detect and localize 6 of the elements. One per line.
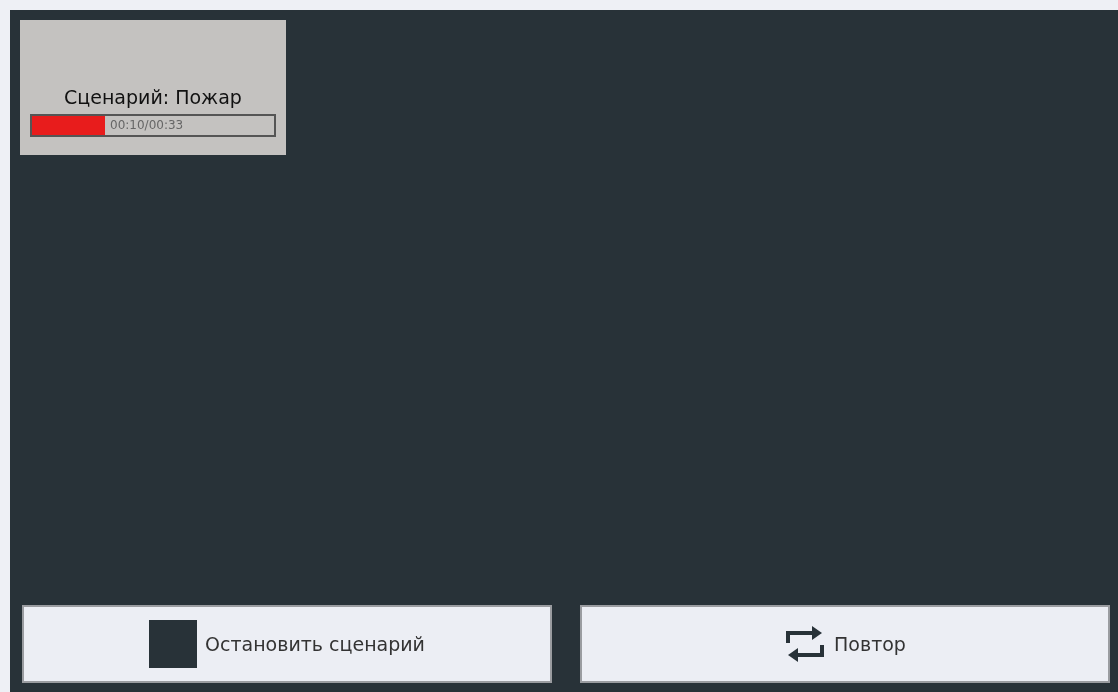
stop-button[interactable]: Остановить сценарий bbox=[22, 605, 552, 683]
repeat-button[interactable]: Повтор bbox=[580, 605, 1110, 683]
stop-icon bbox=[149, 620, 198, 668]
progress-time: 00:10/00:33 bbox=[110, 118, 184, 132]
scenario-title: Сценарий: Пожар bbox=[63, 86, 243, 108]
repeat-icon bbox=[784, 625, 827, 663]
